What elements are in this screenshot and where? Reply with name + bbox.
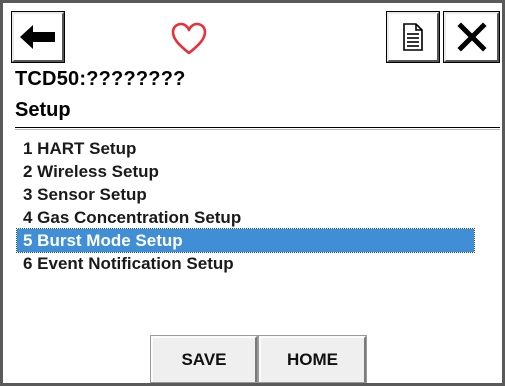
menu-item-gas-concentration-setup[interactable]: 4 Gas Concentration Setup [17, 206, 474, 229]
document-button[interactable] [386, 11, 440, 63]
device-screen: TCD50:???????? Setup 1 HART Setup 2 Wire… [0, 0, 505, 386]
back-button[interactable] [11, 11, 65, 63]
close-button[interactable] [443, 11, 500, 63]
menu-item-wireless-setup[interactable]: 2 Wireless Setup [17, 160, 474, 183]
save-button[interactable]: SAVE [150, 335, 258, 383]
menu-item-hart-setup[interactable]: 1 HART Setup [17, 137, 474, 160]
setup-menu-list: 1 HART Setup 2 Wireless Setup 3 Sensor S… [16, 137, 475, 275]
page-title: Setup [15, 99, 71, 121]
left-arrow-icon [20, 25, 55, 49]
toolbar [11, 11, 500, 66]
menu-item-event-notification-setup[interactable]: 6 Event Notification Setup [17, 252, 474, 275]
divider [15, 127, 500, 128]
divider-shadow [15, 129, 500, 130]
document-icon [403, 23, 423, 51]
heart-outline-icon [171, 22, 207, 55]
device-title: TCD50:???????? [15, 68, 186, 90]
menu-item-burst-mode-setup[interactable]: 5 Burst Mode Setup [16, 228, 475, 253]
menu-item-sensor-setup[interactable]: 3 Sensor Setup [17, 183, 474, 206]
home-button[interactable]: HOME [258, 335, 367, 383]
close-x-icon [456, 22, 487, 52]
